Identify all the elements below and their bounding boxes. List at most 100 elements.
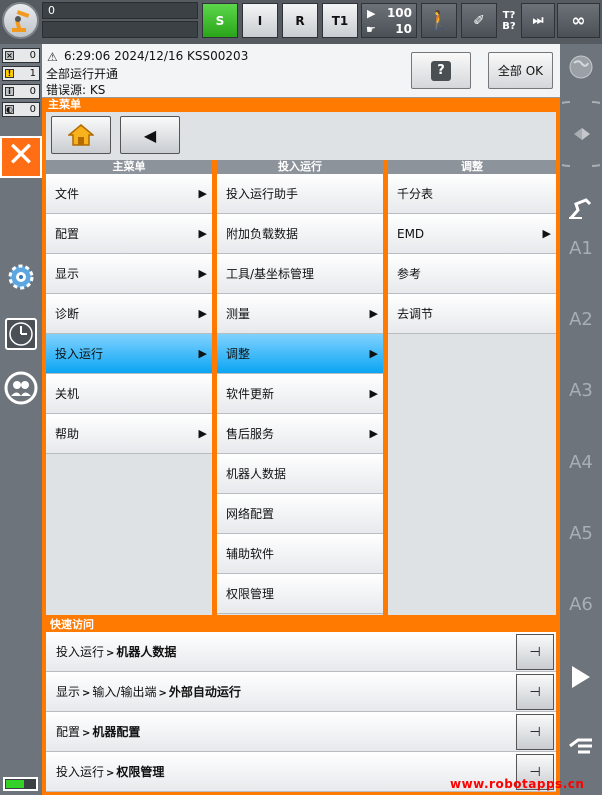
pin-icon: ⊣ xyxy=(529,684,541,700)
globe-icon[interactable] xyxy=(568,54,594,80)
home-icon xyxy=(68,124,94,146)
column-title-main: 主菜单 xyxy=(46,160,212,174)
menu-item[interactable]: 参考 xyxy=(388,254,556,294)
axis-robot-icon[interactable] xyxy=(568,198,594,220)
axis-a3-label[interactable]: A3 xyxy=(560,380,602,401)
menu-item-label: 参考 xyxy=(397,267,422,281)
incremental-jog-button[interactable]: ⏭ xyxy=(521,3,555,38)
menu-item[interactable]: 辅助软件 xyxy=(217,534,383,574)
menu-item[interactable]: 诊断 ▶ xyxy=(46,294,212,334)
settings-button[interactable] xyxy=(3,259,38,294)
submit-interpreter-button[interactable]: S xyxy=(202,3,238,38)
tool-icon: ✐ xyxy=(473,12,485,29)
back-button[interactable]: ◀ xyxy=(120,116,180,154)
menu-item[interactable]: 附加负载数据 xyxy=(217,214,383,254)
help-button[interactable]: ? xyxy=(411,52,471,89)
axis-a5-label[interactable]: A5 xyxy=(560,523,602,544)
pin-button[interactable]: ⊣ xyxy=(516,634,554,670)
gear-icon xyxy=(8,264,33,289)
axis-a2-label[interactable]: A2 xyxy=(560,309,602,330)
path-target: 外部自动运行 xyxy=(168,685,241,699)
error-message-icon: × xyxy=(5,51,14,60)
job-status-button[interactable] xyxy=(3,316,38,351)
robot-interpreter-button[interactable]: R xyxy=(282,3,318,38)
menu-navigation: ◀ xyxy=(46,112,556,160)
menu-item[interactable]: 工具/基坐标管理 xyxy=(217,254,383,294)
path-part: 投入运行 xyxy=(56,765,105,779)
menu-item[interactable]: 关机 xyxy=(46,374,212,414)
user-group-button[interactable] xyxy=(3,370,38,405)
menu-item[interactable]: 调整 ▶ xyxy=(217,334,383,374)
acknowledge-all-button[interactable]: 全部 OK xyxy=(488,52,553,89)
menu-item[interactable]: 去调节 xyxy=(388,294,556,334)
path-target: 权限管理 xyxy=(116,765,165,779)
wait-count-button[interactable]: ◐ 0 xyxy=(2,102,40,117)
menu-item[interactable]: 显示 ▶ xyxy=(46,254,212,294)
quick-access-row[interactable]: 配置 > 机器配置 ⊣ xyxy=(46,712,556,752)
status-bar: 0 S I R T1 ▶ ☛ 100 10 🚶 ✐ T? B? ⏭ ∞ xyxy=(0,0,602,44)
submenu-arrow-icon: ▶ xyxy=(542,227,551,240)
program-state-field[interactable]: 0 xyxy=(42,2,198,38)
error-count-button[interactable]: × 0 xyxy=(2,48,40,63)
quick-access-path: 投入运行 > 权限管理 xyxy=(56,752,164,794)
jog-hand-icon: ☛ xyxy=(366,23,376,36)
menu-item-label: 权限管理 xyxy=(226,587,275,601)
robot-icon-button[interactable] xyxy=(2,2,39,39)
warning-count: 1 xyxy=(29,68,36,79)
tool-base-indicator: T? B? xyxy=(501,3,517,38)
path-target: 机器人数据 xyxy=(116,645,177,659)
menu-item[interactable]: 帮助 ▶ xyxy=(46,414,212,454)
menu-item-label: 投入运行助手 xyxy=(226,187,299,201)
submenu-arrow-icon: ▶ xyxy=(198,347,207,360)
menu-item[interactable]: 千分表 xyxy=(388,174,556,214)
menu-item[interactable]: 售后服务 ▶ xyxy=(217,414,383,454)
operating-mode-button[interactable]: T1 xyxy=(322,3,358,38)
submenu-arrow-icon: ▶ xyxy=(198,267,207,280)
override-button[interactable]: ▶ ☛ 100 10 xyxy=(361,3,417,38)
menu-item-label: 投入运行 xyxy=(55,347,104,361)
menu-item[interactable]: 测量 ▶ xyxy=(217,294,383,334)
menu-item-label: 网络配置 xyxy=(226,507,275,521)
menu-item[interactable]: 权限管理 xyxy=(217,574,383,614)
pin-button[interactable]: ⊣ xyxy=(516,674,554,710)
menu-item[interactable]: 投入运行助手 xyxy=(217,174,383,214)
main-menu-panel: 主菜单 ◀ 主菜单 文件 ▶ 配置 ▶ 显示 ▶ 诊断 ▶ 投入运行 ▶ 关机 帮助 ▶ 投入运行 投入… xyxy=(42,98,560,615)
message-header: 6:29:06 2024/12/16 KSS00203 xyxy=(64,49,249,63)
start-play-icon[interactable] xyxy=(570,664,592,690)
menu-item[interactable]: 网络配置 xyxy=(217,494,383,534)
warning-count-button[interactable]: ! 1 xyxy=(2,66,40,81)
drives-status-button[interactable]: I xyxy=(242,3,278,38)
column-title-adjust: 调整 xyxy=(388,160,556,174)
jog-hand-side-icon[interactable] xyxy=(568,734,594,756)
quick-access-path: 投入运行 > 机器人数据 xyxy=(56,632,176,674)
tool-base-button[interactable]: ✐ xyxy=(461,3,497,38)
axis-a6-label[interactable]: A6 xyxy=(560,594,602,615)
menu-item[interactable]: 机器人数据 xyxy=(217,454,383,494)
home-button[interactable] xyxy=(51,116,111,154)
message-text: 全部运行开通 xyxy=(46,67,119,81)
menu-item-label: 文件 xyxy=(55,187,80,201)
menu-item[interactable]: 配置 ▶ xyxy=(46,214,212,254)
quick-access-row[interactable]: 投入运行 > 机器人数据 ⊣ xyxy=(46,632,556,672)
program-override-value: 100 xyxy=(386,6,412,20)
pin-button[interactable]: ⊣ xyxy=(516,714,554,750)
path-part: 配置 xyxy=(56,725,81,739)
axis-a4-label[interactable]: A4 xyxy=(560,452,602,473)
menu-item-label: 调整 xyxy=(226,347,251,361)
menu-item[interactable]: EMD ▶ xyxy=(388,214,556,254)
increment-button[interactable]: ∞ xyxy=(557,3,600,38)
path-part: 投入运行 xyxy=(56,645,105,659)
info-count-button[interactable]: i 0 xyxy=(2,84,40,99)
menu-item-label: 帮助 xyxy=(55,427,80,441)
submenu-arrow-icon: ▶ xyxy=(198,307,207,320)
menu-item[interactable]: 软件更新 ▶ xyxy=(217,374,383,414)
close-menu-button[interactable]: ✕ xyxy=(0,136,42,178)
axis-a1-label[interactable]: A1 xyxy=(560,238,602,259)
rotation-jog-icon[interactable] xyxy=(562,96,600,172)
skip-forward-icon: ⏭ xyxy=(532,13,544,27)
battery-fill xyxy=(6,780,24,788)
menu-item[interactable]: 文件 ▶ xyxy=(46,174,212,214)
menu-item[interactable]: 投入运行 ▶ xyxy=(46,334,212,374)
quick-access-row[interactable]: 显示 > 输入/输出端 > 外部自动运行 ⊣ xyxy=(46,672,556,712)
run-mode-button[interactable]: 🚶 xyxy=(421,3,457,38)
